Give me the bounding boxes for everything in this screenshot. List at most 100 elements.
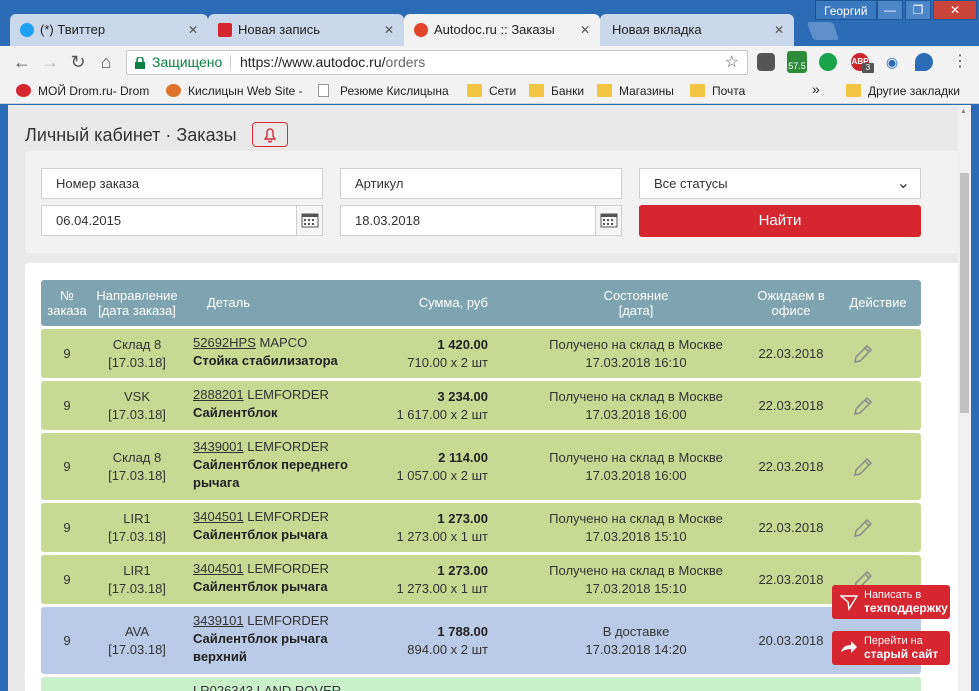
direction-cell: LIR1 [17.03.18] bbox=[108, 562, 166, 596]
restore-button[interactable]: ❐ bbox=[905, 0, 931, 20]
scroll-up-icon[interactable]: ▲ bbox=[960, 108, 967, 115]
orders-table: № заказа Направление [дата заказа] Деталь … bbox=[25, 263, 965, 691]
date-to-value: 18.03.2018 bbox=[355, 213, 421, 228]
expected-date: 22.03.2018 bbox=[758, 397, 824, 413]
calendar-icon[interactable] bbox=[296, 206, 322, 235]
bookmark-folder-mail[interactable]: Почта bbox=[690, 83, 745, 99]
part-brand: MAPCO bbox=[259, 335, 308, 350]
part-code-link[interactable]: 3404501 bbox=[193, 509, 244, 524]
edit-pencil-icon[interactable] bbox=[853, 344, 903, 363]
sum-cell: 1 273.00 1 273.00 x 1 шт bbox=[396, 562, 488, 596]
edit-pencil-icon[interactable] bbox=[853, 396, 903, 415]
support-write-button[interactable]: Написать в техподдержку bbox=[832, 585, 950, 619]
sum-cell: 1 788.00 894.00 x 2 шт bbox=[407, 623, 488, 657]
tab-autodoc[interactable]: Autodoc.ru :: Заказы ✕ bbox=[404, 14, 600, 46]
date-from-input[interactable]: 06.04.2015 bbox=[41, 205, 323, 236]
filters-panel: Номер заказа Артикул Все статусы ⌄ 06.04… bbox=[25, 151, 965, 253]
find-button[interactable]: Найти bbox=[639, 205, 921, 237]
table-row[interactable]: LR026343 LAND ROVER bbox=[41, 677, 921, 691]
bookmark-other[interactable]: Другие закладки bbox=[846, 83, 960, 99]
expected-date: 22.03.2018 bbox=[758, 458, 824, 474]
part-code-link[interactable]: LR026343 bbox=[193, 683, 253, 691]
part-code-link[interactable]: 52692HPS bbox=[193, 335, 256, 350]
order-number: 9 bbox=[63, 571, 71, 587]
bookmark-folder-banks[interactable]: Банки bbox=[529, 83, 584, 99]
part-brand: LEMFORDER bbox=[247, 387, 329, 402]
menu-dots-icon[interactable]: ⋮ bbox=[952, 51, 968, 71]
order-number: 9 bbox=[63, 397, 71, 413]
evernote-icon[interactable] bbox=[757, 53, 775, 71]
table-row[interactable]: 9 LIR1 [17.03.18] 3404501 LEMFORDER Сайлентб… bbox=[41, 555, 921, 604]
eye-icon[interactable]: ◉ bbox=[883, 53, 901, 71]
part-brand: LEMFORDER bbox=[247, 561, 329, 576]
vertical-scrollbar[interactable]: ▲ bbox=[958, 105, 971, 691]
bookmark-resume[interactable]: Резюме Кислицына bbox=[318, 83, 449, 99]
tab-close-icon[interactable]: ✕ bbox=[188, 14, 198, 46]
bookmarks-more-icon[interactable]: » bbox=[812, 81, 820, 97]
feedly-icon[interactable] bbox=[819, 53, 837, 71]
folder-icon bbox=[846, 84, 861, 97]
part-cell: 3404501 LEMFORDER Сайлентблок рычага bbox=[193, 560, 363, 596]
part-code-link[interactable]: 3404501 bbox=[193, 561, 244, 576]
bird-extension-icon[interactable] bbox=[915, 53, 933, 71]
bookmark-drom[interactable]: МОЙ Drom.ru- Drom bbox=[16, 83, 149, 99]
direction-cell: Склад 8 [17.03.18] bbox=[108, 336, 166, 370]
folder-icon bbox=[690, 84, 705, 97]
reload-icon[interactable]: ↻ bbox=[68, 52, 88, 72]
autodoc-icon bbox=[414, 23, 428, 37]
scrollbar-thumb[interactable] bbox=[960, 173, 969, 413]
tab-twitter[interactable]: (*) Твиттер ✕ bbox=[10, 14, 208, 46]
price-extension-icon[interactable]: 57.5 bbox=[787, 51, 807, 73]
bookmark-folder-shops[interactable]: Магазины bbox=[597, 83, 674, 99]
home-icon[interactable]: ⌂ bbox=[96, 52, 116, 72]
folder-icon bbox=[597, 84, 612, 97]
state-cell: В доставке 17.03.2018 14:20 bbox=[585, 623, 687, 657]
tab-close-icon[interactable]: ✕ bbox=[774, 14, 784, 46]
state-cell: Получено на склад в Москве 17.03.2018 16:… bbox=[549, 336, 723, 370]
expected-date: 20.03.2018 bbox=[758, 632, 824, 648]
tab-close-icon[interactable]: ✕ bbox=[384, 14, 394, 46]
bell-icon bbox=[263, 128, 277, 143]
order-number-input[interactable]: Номер заказа bbox=[41, 168, 323, 199]
tab-new-post[interactable]: Новая запись ✕ bbox=[208, 14, 404, 46]
part-code-link[interactable]: 3439101 bbox=[193, 613, 244, 628]
address-bar[interactable]: Защищено https://www.autodoc.ru/orders ☆ bbox=[126, 50, 748, 75]
table-row[interactable]: 9 VSK [17.03.18] 2888201 LEMFORDER Сайлентбл… bbox=[41, 381, 921, 430]
edit-pencil-icon[interactable] bbox=[853, 518, 903, 537]
edit-pencil-icon[interactable] bbox=[853, 457, 903, 476]
bookmark-folder-networks[interactable]: Сети bbox=[467, 83, 516, 99]
state-cell: Получено на склад в Москве 17.03.2018 15:… bbox=[549, 562, 723, 596]
table-row[interactable]: 9 Склад 8 [17.03.18] 52692HPS MAPCO Стойка с… bbox=[41, 329, 921, 378]
bookmark-star-icon[interactable]: ☆ bbox=[725, 51, 739, 74]
header-expected: Ожидаем в офисе bbox=[757, 288, 825, 318]
part-code-link[interactable]: 2888201 bbox=[193, 387, 244, 402]
calendar-icon[interactable] bbox=[595, 206, 621, 235]
notifications-button[interactable] bbox=[252, 122, 288, 147]
browser-toolbar: ← → ↻ ⌂ Защищено https://www.autodoc.ru/… bbox=[0, 46, 979, 78]
old-site-button[interactable]: Перейти на старый сайт bbox=[832, 631, 950, 665]
bookmark-kislitsyn-site[interactable]: Кислицын Web Site - bbox=[166, 83, 303, 99]
table-row[interactable]: 9 Склад 8 [17.03.18] 3439001 LEMFORDER Сайле… bbox=[41, 433, 921, 500]
article-input[interactable]: Артикул bbox=[340, 168, 622, 199]
back-arrow-icon[interactable]: ← bbox=[12, 52, 32, 72]
adblock-count: 3 bbox=[862, 63, 874, 73]
part-name-cont: верхний bbox=[193, 649, 247, 664]
folder-icon bbox=[467, 84, 482, 97]
order-number: 9 bbox=[63, 458, 71, 474]
part-name-cont: рычага bbox=[193, 475, 240, 490]
tab-close-icon[interactable]: ✕ bbox=[580, 14, 590, 46]
order-number: 9 bbox=[63, 632, 71, 648]
date-to-input[interactable]: 18.03.2018 bbox=[340, 205, 622, 236]
part-name: Сайлентблок рычага bbox=[193, 631, 328, 646]
table-row[interactable]: 9 AVA [17.03.18] 3439101 LEMFORDER Сайлентбл… bbox=[41, 607, 921, 674]
status-select[interactable]: Все статусы ⌄ bbox=[639, 168, 921, 199]
direction-cell: VSK [17.03.18] bbox=[108, 388, 166, 422]
tab-new-tab[interactable]: Новая вкладка ✕ bbox=[600, 14, 794, 46]
table-row[interactable]: 9 LIR1 [17.03.18] 3404501 LEMFORDER Сайлентб… bbox=[41, 503, 921, 552]
minimize-button[interactable]: — bbox=[877, 0, 903, 20]
part-code-link[interactable]: 3439001 bbox=[193, 439, 244, 454]
close-window-button[interactable]: ✕ bbox=[933, 0, 977, 20]
page-title: Личный кабинет · Заказы bbox=[25, 125, 237, 145]
profile-button[interactable]: Георгий bbox=[815, 0, 877, 20]
forward-arrow-icon[interactable]: → bbox=[40, 52, 60, 72]
